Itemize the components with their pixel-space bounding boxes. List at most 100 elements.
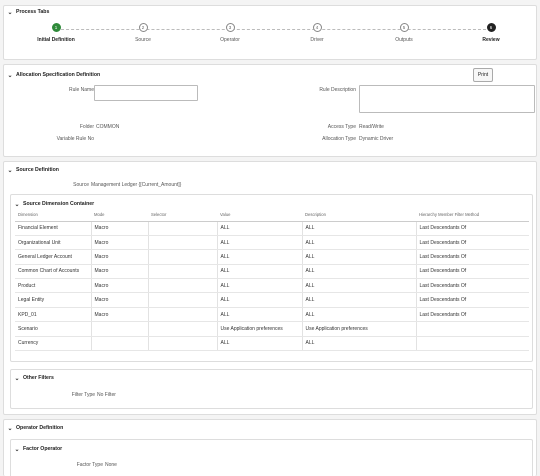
selector-cell xyxy=(148,321,218,337)
source-definition-header[interactable]: ⌄ Source Definition xyxy=(4,164,536,176)
value-cell: ALL xyxy=(217,336,303,352)
step-marker: 6 xyxy=(486,23,496,32)
rule-description-input[interactable] xyxy=(359,85,535,113)
selector-cell xyxy=(148,235,218,251)
table-row[interactable]: Currency ALL ALL xyxy=(15,336,529,352)
chevron-down-icon[interactable]: ⌄ xyxy=(11,446,23,453)
description-cell: Use Application preferences xyxy=(302,321,417,337)
table-row[interactable]: Product Macro ALL ALL Last Descendants O… xyxy=(15,278,529,294)
description-cell: ALL xyxy=(302,249,417,265)
value-cell: Use Application preferences xyxy=(217,321,303,337)
value-cell: ALL xyxy=(217,221,303,236)
mode-cell: Macro xyxy=(91,292,149,308)
step-marker: 4 xyxy=(312,23,322,32)
dimension-cell: Financial Element xyxy=(15,221,92,236)
dimension-cell: Scenario xyxy=(15,321,92,337)
filter-method-cell xyxy=(416,336,529,352)
source-label: Source xyxy=(73,182,89,188)
description-cell: ALL xyxy=(302,307,417,323)
operator-definition-panel: ⌄ Operator Definition ⌄ Factor Operator … xyxy=(3,419,537,476)
table-row[interactable]: General Ledger Account Macro ALL ALL Las… xyxy=(15,249,529,265)
description-cell: ALL xyxy=(302,292,417,308)
dimension-cell: General Ledger Account xyxy=(15,249,92,265)
dimension-cell: Organizational Unit xyxy=(15,235,92,251)
table-row[interactable]: KPD_01 Macro ALL ALL Last Descendants Of xyxy=(15,307,529,323)
source-value: Management Ledger {[Current_Amount]} xyxy=(91,182,182,188)
step-label: Source xyxy=(135,37,151,43)
factor-operator-panel: ⌄ Factor Operator Factor Type None xyxy=(10,439,533,476)
variable-rule-no-label: Variable Rule No xyxy=(56,136,94,142)
column-header[interactable]: Dimension xyxy=(15,209,91,222)
table-row[interactable]: Organizational Unit Macro ALL ALL Last D… xyxy=(15,235,529,251)
rule-description-label: Rule Description xyxy=(319,87,356,93)
step-outputs[interactable]: 5 Outputs xyxy=(369,23,439,43)
selector-cell xyxy=(148,264,218,280)
other-filters-panel: ⌄ Other Filters Filter Type No Filter xyxy=(10,369,533,409)
step-marker: 2 xyxy=(138,23,148,32)
chevron-down-icon[interactable]: ⌄ xyxy=(4,72,16,79)
other-filters-header[interactable]: ⌄ Other Filters xyxy=(11,372,532,384)
table-row[interactable]: Scenario Use Application preferences Use… xyxy=(15,321,529,337)
step-marker: 1 xyxy=(51,23,61,32)
description-cell: ALL xyxy=(302,336,417,352)
step-operator[interactable]: 3 Operator xyxy=(195,23,265,43)
filter-method-cell: Last Descendants Of xyxy=(416,292,529,308)
value-cell: ALL xyxy=(217,264,303,280)
step-driver[interactable]: 4 Driver xyxy=(282,23,352,43)
allocation-type-label: Allocation Type xyxy=(322,136,356,142)
column-header[interactable]: Selector xyxy=(148,209,217,222)
allocation-spec-header[interactable]: ⌄ Allocation Specification Definition xyxy=(4,69,536,81)
dimension-table: Dimension Mode Selector Value Descriptio… xyxy=(15,209,529,352)
value-cell: ALL xyxy=(217,292,303,308)
allocation-type-value: Dynamic Driver xyxy=(359,136,394,142)
factor-type-label: Factor Type xyxy=(76,462,103,468)
selector-cell xyxy=(148,249,218,265)
dimension-cell: Currency xyxy=(15,336,92,352)
operator-definition-header[interactable]: ⌄ Operator Definition xyxy=(4,422,536,434)
mode-cell: Macro xyxy=(91,307,149,323)
folder-label: Folder xyxy=(79,124,94,130)
selector-cell xyxy=(148,292,218,308)
factor-operator-title: Factor Operator xyxy=(23,446,63,452)
column-header[interactable]: Description xyxy=(302,209,416,222)
filter-method-cell: Last Descendants Of xyxy=(416,264,529,280)
step-initial-definition[interactable]: 1 Initial Definition xyxy=(21,23,91,43)
process-tabs-title: Process Tabs xyxy=(16,9,50,15)
column-header[interactable]: Value xyxy=(217,209,302,222)
table-row[interactable]: Legal Entity Macro ALL ALL Last Descenda… xyxy=(15,292,529,308)
mode-cell: Macro xyxy=(91,264,149,280)
table-row[interactable]: Common Chart of Accounts Macro ALL ALL L… xyxy=(15,264,529,280)
description-cell: ALL xyxy=(302,235,417,251)
chevron-down-icon[interactable]: ⌄ xyxy=(11,375,23,382)
column-header[interactable]: Mode xyxy=(91,209,148,222)
chevron-down-icon[interactable]: ⌄ xyxy=(4,425,16,432)
allocation-spec-panel: ⌄ Allocation Specification Definition Pr… xyxy=(3,64,537,157)
filter-method-cell: Last Descendants Of xyxy=(416,235,529,251)
mode-cell: Macro xyxy=(91,235,149,251)
filter-type-label: Filter Type xyxy=(71,392,95,398)
step-label: Driver xyxy=(310,37,324,43)
step-label: Initial Definition xyxy=(37,37,75,43)
dimension-cell: Legal Entity xyxy=(15,292,92,308)
filter-method-cell: Last Descendants Of xyxy=(416,307,529,323)
factor-type-value: None xyxy=(105,462,117,468)
access-type-label: Access Type xyxy=(327,124,356,130)
selector-cell xyxy=(148,221,218,236)
dimension-cell: Common Chart of Accounts xyxy=(15,264,92,280)
print-button[interactable]: Print xyxy=(473,68,493,82)
filter-method-cell xyxy=(416,321,529,337)
process-tabs-header[interactable]: ⌄ Process Tabs xyxy=(4,6,536,18)
rule-name-input[interactable] xyxy=(94,85,198,101)
value-cell: ALL xyxy=(217,307,303,323)
source-dimension-container: ⌄ Source Dimension Container Dimension M… xyxy=(10,194,533,362)
filter-method-cell: Last Descendants Of xyxy=(416,249,529,265)
chevron-down-icon[interactable]: ⌄ xyxy=(4,167,16,174)
chevron-down-icon[interactable]: ⌄ xyxy=(11,201,23,208)
table-row[interactable]: Financial Element Macro ALL ALL Last Des… xyxy=(15,221,529,236)
step-source[interactable]: 2 Source xyxy=(108,23,178,43)
factor-operator-header[interactable]: ⌄ Factor Operator xyxy=(11,443,532,455)
chevron-down-icon[interactable]: ⌄ xyxy=(4,9,16,16)
column-header[interactable]: Hierarchy Member Filter Method xyxy=(416,209,529,222)
step-review[interactable]: 6 Review xyxy=(456,23,526,43)
mode-cell: Macro xyxy=(91,249,149,265)
